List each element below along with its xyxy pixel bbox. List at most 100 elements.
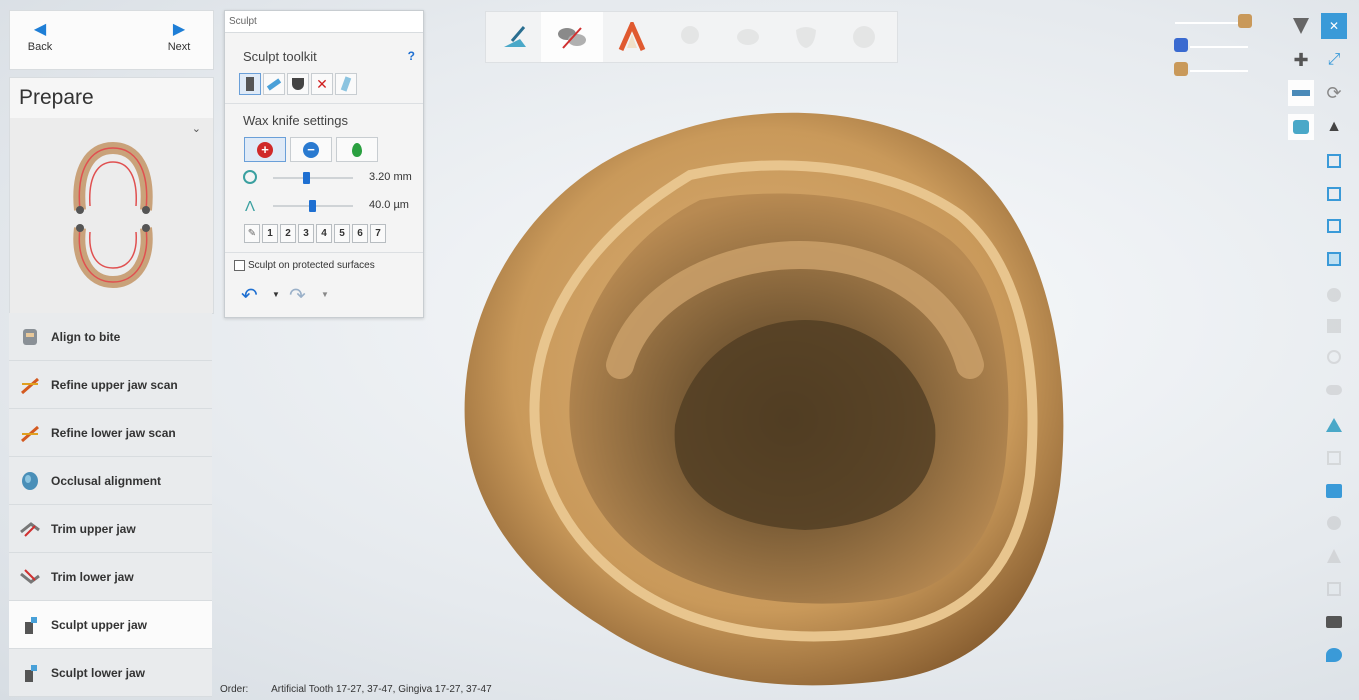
smooth-material-button[interactable] [336,137,378,162]
tool-tooth-3-button[interactable] [777,12,835,62]
preset-button-5[interactable]: 5 [334,224,350,243]
size-slider[interactable] [273,172,353,184]
jaw-opacity-icon [1174,62,1188,76]
view-shield-button[interactable] [1288,13,1314,39]
view-front-button[interactable] [1321,148,1347,174]
pinch-tool-button[interactable] [335,73,357,95]
step-label: Trim lower jaw [51,569,134,584]
tool-tooth-1-button[interactable] [661,12,719,62]
remove-material-button[interactable]: − [290,137,332,162]
step-trim-upper-jaw[interactable]: Trim upper jaw [9,505,212,553]
jaw-model-viewport[interactable] [460,105,1080,690]
caret-down-icon: ▼ [321,290,329,299]
prepare-panel: Prepare ⌄ [9,77,214,314]
undo-button[interactable]: ↶ [241,283,258,308]
shield-icon [1293,18,1309,34]
occlusion-view-button[interactable] [1288,114,1314,140]
brush-preset-icon: ✎ [247,228,257,239]
rotate-icon: ⟳ [1326,82,1342,103]
redo-dropdown[interactable]: ▼ [321,290,329,299]
step-occlusal-alignment[interactable]: Occlusal alignment [9,457,212,505]
disabled-tool-8[interactable] [1321,576,1347,602]
view-left-button[interactable] [1321,213,1347,239]
tool-scan-button[interactable] [486,12,544,62]
preset-button-1[interactable]: 1 [262,224,278,243]
view-right-button[interactable] [1321,246,1347,272]
help-button[interactable]: ? [408,49,415,63]
undo-dropdown[interactable]: ▼ [272,290,280,299]
cross-section-icon: ✚ [1293,49,1309,70]
preset-button-7[interactable]: 7 [370,224,386,243]
add-material-button[interactable]: + [244,137,286,162]
step-sculpt-upper-jaw[interactable]: Sculpt upper jaw [9,601,212,649]
tool-denture-button[interactable] [603,12,661,62]
disabled-tool-5[interactable] [1321,445,1347,471]
step-refine-upper-jaw-scan[interactable]: Refine upper jaw scan [9,361,212,409]
texture-button[interactable] [1321,412,1347,438]
opacity-slider-3[interactable] [1190,70,1248,72]
occlusal-icon [17,468,43,494]
view-cut-button[interactable]: ✚ [1288,47,1314,73]
step-refine-lower-jaw-scan[interactable]: Refine lower jaw scan [9,409,212,457]
step-label: Trim upper jaw [51,521,136,536]
protected-surfaces-checkbox[interactable] [234,260,245,271]
chevron-down-icon[interactable]: ⌄ [192,122,201,135]
step-trim-lower-jaw[interactable]: Trim lower jaw [9,553,212,601]
shape-icon [292,78,304,90]
jaw-diagram-icon[interactable] [70,140,156,290]
back-button[interactable]: ◀ Back [10,19,70,53]
step-sculpt-lower-jaw[interactable]: Sculpt lower jaw [9,649,212,697]
preset-button-2[interactable]: 2 [280,224,296,243]
preset-button-3[interactable]: 3 [298,224,314,243]
wax-knife-icon [246,77,254,91]
disabled-tool-2[interactable] [1321,313,1347,339]
navigation-bar: ◀ Back ▶ Next [9,10,214,70]
view-front-icon [1327,154,1341,168]
divider [225,103,423,104]
fullscreen-icon: ⤢ [1327,51,1341,68]
wax-knife-settings-title: Wax knife settings [243,113,349,128]
tool-tooth-2-button[interactable] [719,12,777,62]
opacity-slider-1[interactable] [1175,22,1245,24]
disabled-tool-7[interactable] [1321,543,1347,569]
tutorial-button[interactable]: ▲ [1321,114,1347,140]
graduation-cap-icon: ▲ [1326,118,1342,135]
protected-surfaces-label: Sculpt on protected surfaces [248,260,375,271]
model-box-button[interactable] [1321,478,1347,504]
disabled-tool-3[interactable] [1321,344,1347,370]
chat-button[interactable] [1321,642,1347,668]
size-slider-handle[interactable] [303,172,310,184]
sculpt-jaw-icon [558,27,586,49]
delete-icon: ✕ [316,75,328,92]
delete-tool-button[interactable]: ✕ [311,73,333,95]
depth-slider-handle[interactable] [309,200,316,212]
tool-icon [1327,516,1341,530]
arrow-right-icon: ▶ [172,21,186,38]
opacity-slider-2[interactable] [1190,46,1248,48]
shape-tool-button[interactable] [287,73,309,95]
smooth-tool-button[interactable] [263,73,285,95]
disabled-tool-6[interactable] [1321,510,1347,536]
tool-icon [1327,288,1341,302]
step-label: Refine upper jaw scan [51,377,178,392]
step-align-to-bite[interactable]: Align to bite [9,313,212,361]
tool-sculpt-button[interactable] [541,12,603,62]
next-button[interactable]: ▶ Next [149,19,209,53]
measure-button[interactable] [1288,80,1314,106]
close-button[interactable]: ✕ [1321,13,1347,39]
top-toolbar [485,11,898,63]
tool-tooth-4-button[interactable] [835,12,893,62]
preset-brush-button[interactable]: ✎ [244,224,260,243]
view-back-button[interactable] [1321,181,1347,207]
fullscreen-button[interactable]: ⤢ [1321,47,1347,73]
disabled-tool-1[interactable] [1321,282,1347,308]
preset-button-4[interactable]: 4 [316,224,332,243]
rotate-view-button[interactable]: ⟳ [1321,80,1347,106]
disabled-tool-4[interactable] [1321,377,1347,403]
preset-button-6[interactable]: 6 [352,224,368,243]
screenshot-button[interactable] [1321,609,1347,635]
step-label: Sculpt upper jaw [51,617,148,632]
redo-button[interactable]: ↷ [289,283,306,308]
wax-knife-tool-button[interactable] [239,73,261,95]
depth-slider[interactable] [273,200,353,212]
